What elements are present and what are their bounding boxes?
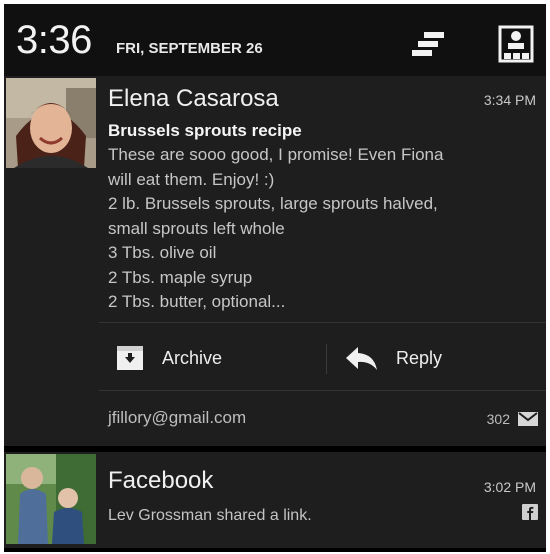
email-notification[interactable]: Elena Casarosa 3:34 PM Brussels sprouts … [4, 76, 546, 446]
archive-icon [117, 346, 143, 370]
clock-date[interactable]: FRI, SEPTEMBER 26 [116, 40, 263, 58]
sender-name: Facebook [108, 467, 214, 494]
avatar [6, 78, 96, 168]
preview-line: 2 Tbs. butter, optional... [108, 292, 286, 311]
divider [99, 322, 546, 323]
email-subject: Brussels sprouts recipe [108, 121, 302, 140]
status-header: 3:36 FRI, SEPTEMBER 26 [4, 4, 546, 76]
reply-label: Reply [396, 347, 443, 368]
timestamp: 3:02 PM [483, 479, 536, 495]
divider [99, 390, 546, 391]
avatar [6, 454, 96, 544]
preview-line: small sprouts left whole [108, 218, 285, 238]
preview-line: These are sooo good, I promise! Even Fio… [108, 145, 444, 164]
reply-button[interactable]: Reply [344, 332, 442, 384]
action-separator [326, 344, 327, 374]
sender-name: Elena Casarosa [108, 85, 279, 112]
preview-line: 2 lb. Brussels sprouts, large sprouts ha… [108, 194, 438, 213]
timestamp: 3:34 PM [483, 92, 536, 108]
facebook-icon [522, 504, 538, 520]
email-preview: These are sooo good, I promise! Even Fio… [108, 143, 528, 315]
unread-count: 302 [486, 411, 510, 427]
archive-button[interactable]: Archive [116, 332, 222, 384]
preview-line: will eat them. Enjoy! :) [108, 169, 275, 189]
preview-line: 2 Tbs. maple syrup [108, 267, 253, 287]
quick-settings-icon[interactable] [496, 24, 536, 64]
archive-label: Archive [162, 347, 223, 368]
gmail-icon [518, 412, 538, 426]
account-email: jfillory@gmail.com [108, 408, 247, 427]
notification-shade: 3:36 FRI, SEPTEMBER 26 Elena Casarosa 3:… [4, 4, 546, 552]
clock-time[interactable]: 3:36 [16, 16, 92, 64]
facebook-notification[interactable]: Facebook 3:02 PM Lev Grossman shared a l… [4, 452, 546, 548]
notification-text: Lev Grossman shared a link. [108, 507, 312, 524]
notification-sort-icon[interactable] [409, 24, 449, 64]
reply-icon [346, 347, 377, 370]
preview-line: 3 Tbs. olive oil [108, 243, 217, 262]
